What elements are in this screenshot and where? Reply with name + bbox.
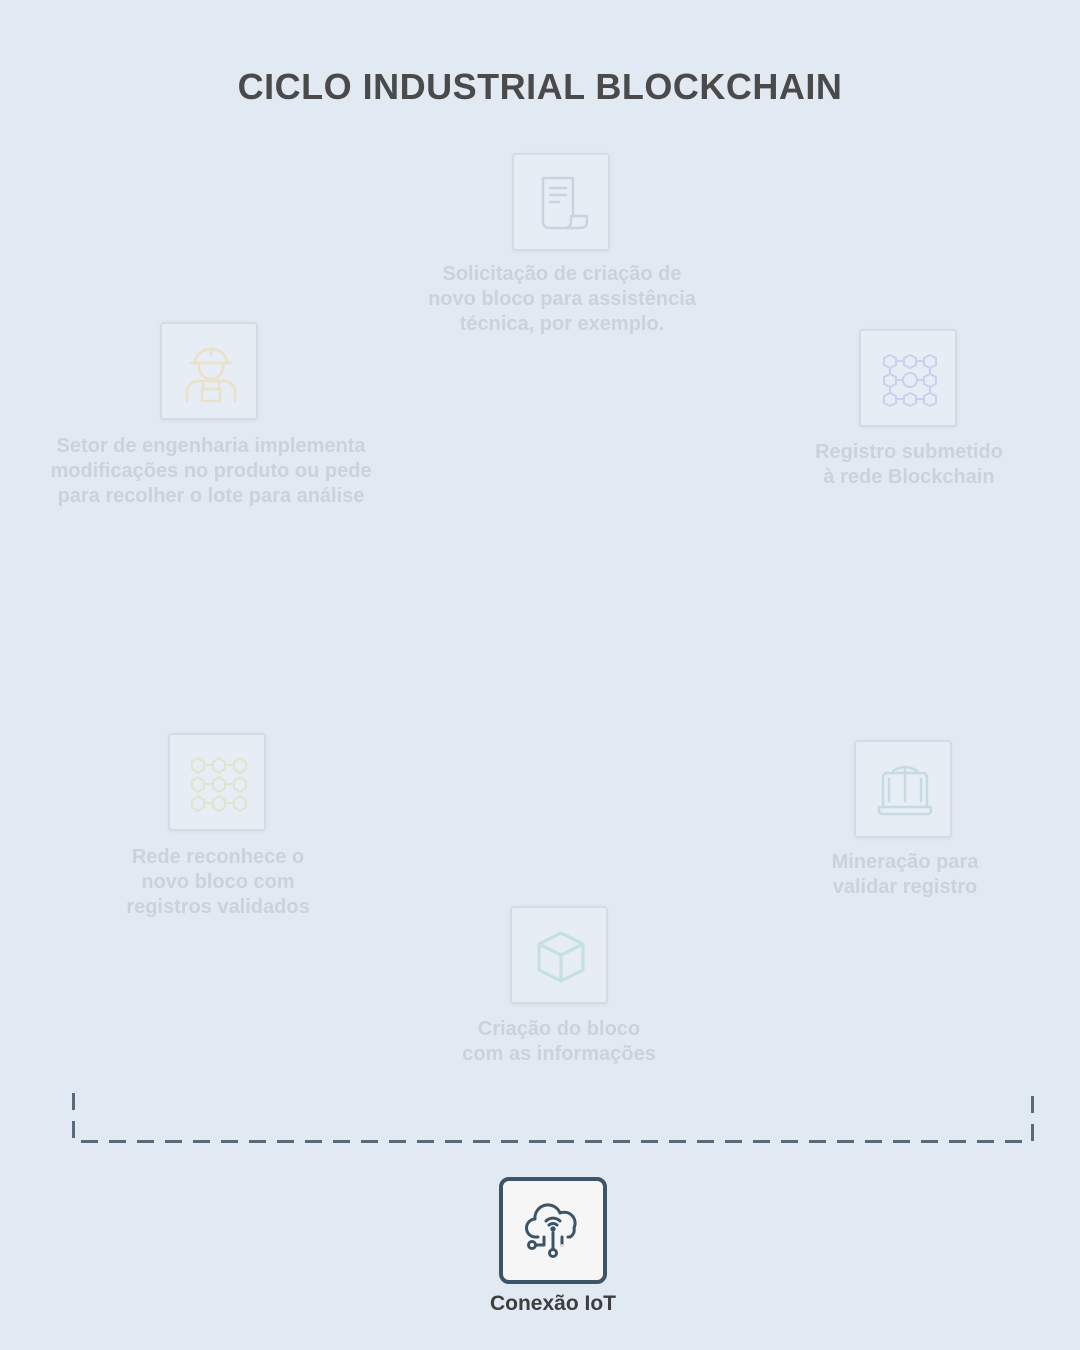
step-label: Rede reconhece o novo bloco com registro… xyxy=(126,846,310,918)
step-icon-box xyxy=(510,906,608,1004)
iot-connection-box xyxy=(499,1177,607,1284)
step-icon-box xyxy=(854,740,952,838)
cube-block-icon xyxy=(537,931,585,983)
step-label: Mineração para validar registro xyxy=(831,851,979,898)
cloud-iot-icon xyxy=(525,1203,577,1258)
step-label: Criação do bloco com as informações xyxy=(462,1018,656,1065)
step-icon-box xyxy=(512,153,610,251)
blockchain-network-icon xyxy=(883,354,937,407)
step-icon-box xyxy=(160,322,258,420)
block-grid-network-icon xyxy=(191,757,247,812)
diagram-title: CICLO INDUSTRIAL BLOCKCHAIN xyxy=(237,66,843,107)
step-icon-box xyxy=(168,733,266,831)
step-label: Solicitação de criação de novo bloco par… xyxy=(428,263,696,335)
mining-pickaxe-laptop-icon xyxy=(877,765,933,816)
iot-connection-label: Conexão IoT xyxy=(489,1292,616,1315)
dashed-bracket-connector xyxy=(72,1093,1034,1143)
step-label: Setor de engenharia implementa modificaç… xyxy=(50,435,372,507)
step-icon-box xyxy=(859,329,957,427)
step-label: Registro submetido à rede Blockchain xyxy=(815,441,1003,488)
document-scroll-icon xyxy=(541,176,589,230)
engineer-worker-icon xyxy=(185,347,237,403)
